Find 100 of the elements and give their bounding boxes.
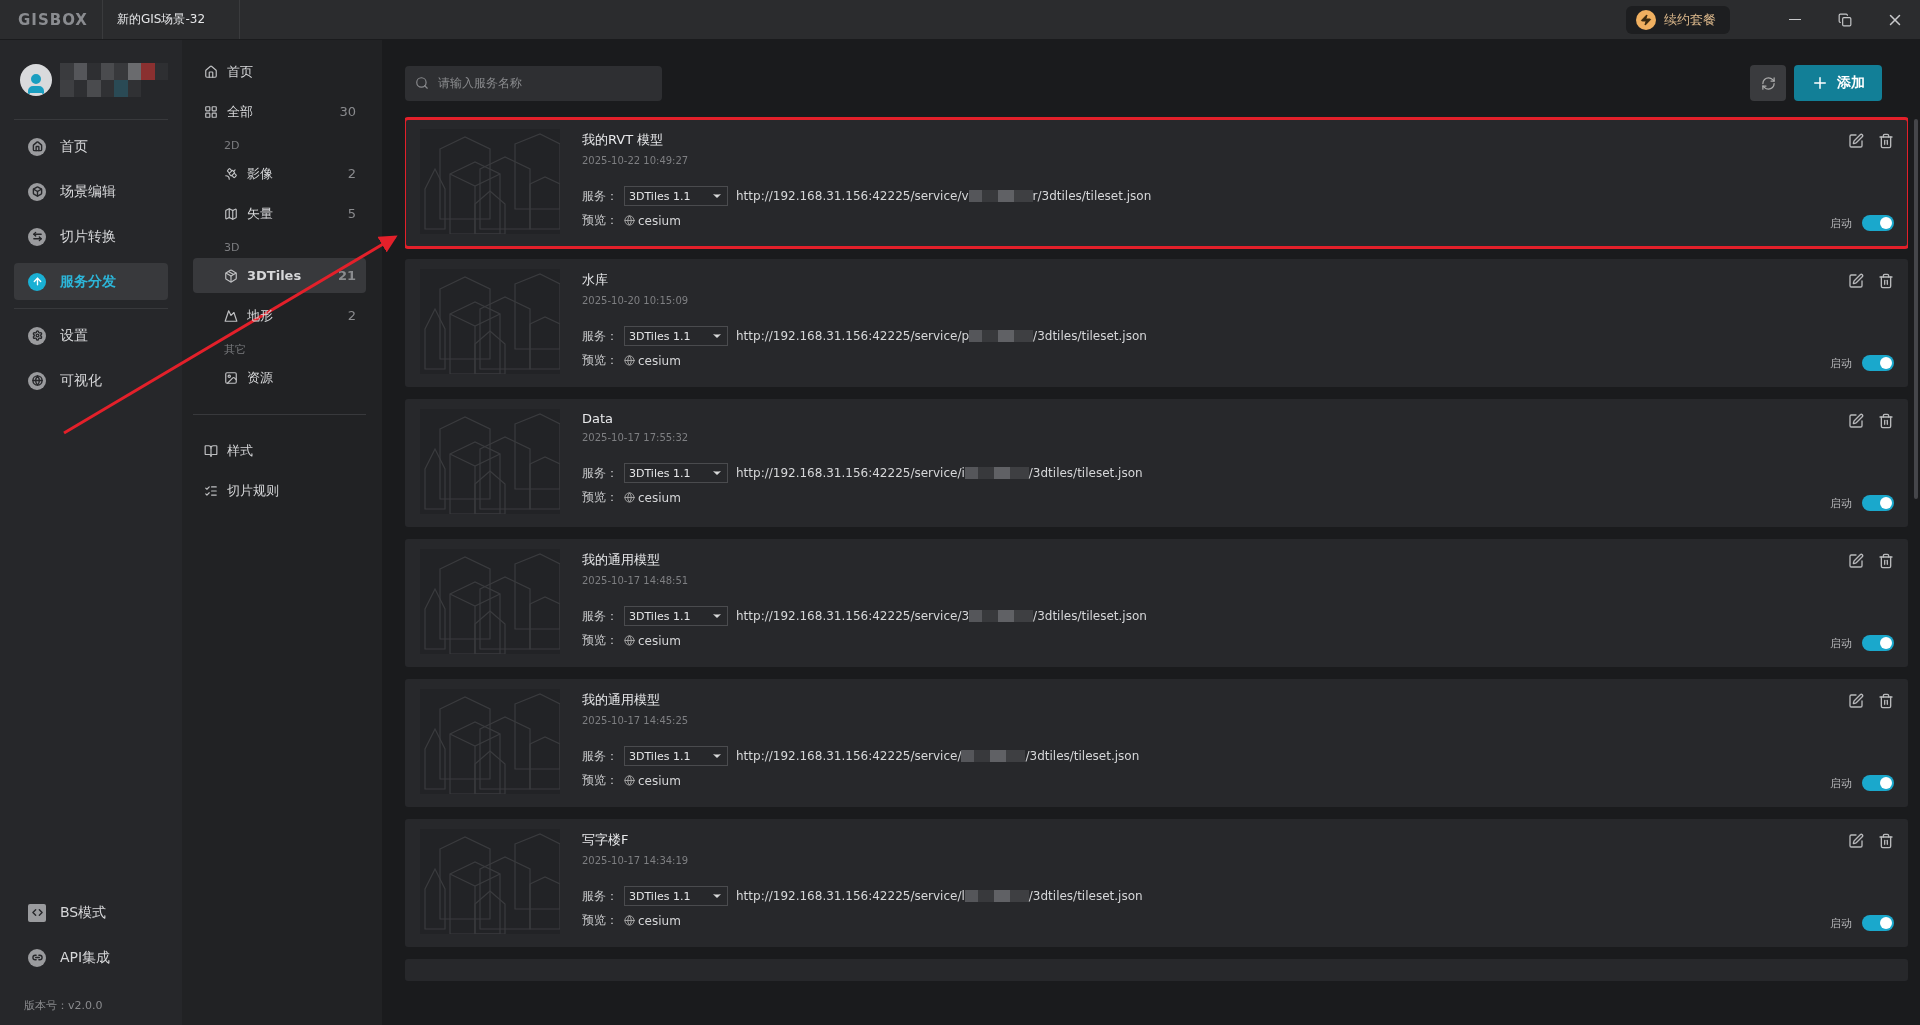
status-switch[interactable] <box>1862 355 1894 371</box>
preview-link[interactable]: cesium <box>624 773 681 788</box>
edit-icon[interactable] <box>1848 693 1864 709</box>
edit-icon[interactable] <box>1848 273 1864 289</box>
edit-icon[interactable] <box>1848 133 1864 149</box>
category-icon <box>224 166 238 181</box>
nav-icon <box>28 227 46 246</box>
service-url[interactable]: http://192.168.31.156:42225/service/v r/3dtiles/tileset.json <box>736 189 1152 203</box>
preview-label: 预览： <box>582 912 618 929</box>
service-title: 我的通用模型 <box>582 551 660 569</box>
preview-link[interactable]: cesium <box>624 633 681 648</box>
service-label: 服务： <box>582 327 618 345</box>
status-switch[interactable] <box>1862 495 1894 511</box>
service-date: 2025-10-20 10:15:09 <box>582 295 689 306</box>
category-icon <box>204 64 218 79</box>
service-select[interactable]: 3DTiles 1.1 <box>624 186 728 206</box>
category-icon <box>204 443 218 458</box>
avatar-icon <box>20 63 52 96</box>
scrollbar[interactable] <box>1914 119 1918 499</box>
globe-icon <box>624 915 635 926</box>
delete-icon[interactable] <box>1878 273 1894 289</box>
category-item[interactable]: 矢量 5 <box>193 196 366 231</box>
category-item[interactable]: 首页 <box>193 54 366 89</box>
service-select[interactable]: 3DTiles 1.1 <box>624 606 728 626</box>
add-button[interactable]: 添加 <box>1794 65 1882 101</box>
status-label: 启动 <box>1830 915 1852 931</box>
service-date: 2025-10-17 14:48:51 <box>582 575 689 586</box>
preview-label: 预览： <box>582 352 618 369</box>
scene-tab[interactable]: 新的GIS场景-32 <box>103 0 240 39</box>
nav-icon <box>28 326 46 345</box>
status-switch[interactable] <box>1862 215 1894 231</box>
nav-item[interactable]: 服务分发 <box>14 263 168 300</box>
category-item[interactable]: 3DTiles 21 <box>193 258 366 293</box>
service-select[interactable]: 3DTiles 1.1 <box>624 326 728 346</box>
category-item[interactable]: 资源 <box>193 360 366 395</box>
refresh-icon <box>1760 75 1776 91</box>
edit-icon[interactable] <box>1848 413 1864 429</box>
category-icon <box>224 206 238 221</box>
nav-item[interactable]: BS模式 <box>14 894 168 931</box>
search-field[interactable]: 请输入服务名称 <box>405 65 662 101</box>
delete-icon[interactable] <box>1878 133 1894 149</box>
category-item[interactable]: 样式 <box>193 433 366 468</box>
service-title: 水库 <box>582 271 608 289</box>
globe-icon <box>624 775 635 786</box>
preview-link[interactable]: cesium <box>624 213 681 228</box>
delete-icon[interactable] <box>1878 413 1894 429</box>
nav-item[interactable]: 首页 <box>14 128 168 165</box>
preview-link[interactable]: cesium <box>624 913 681 928</box>
nav-item[interactable]: 可视化 <box>14 362 168 399</box>
service-select[interactable]: 3DTiles 1.1 <box>624 886 728 906</box>
service-select[interactable]: 3DTiles 1.1 <box>624 463 728 483</box>
delete-icon[interactable] <box>1878 553 1894 569</box>
renew-button[interactable]: 续约套餐 <box>1626 5 1730 34</box>
category-item[interactable]: 切片规则 <box>193 473 366 508</box>
service-url[interactable]: http://192.168.31.156:42225/service/p /3dtiles/tileset.json <box>736 329 1147 343</box>
service-label: 服务： <box>582 747 618 765</box>
nav-item[interactable]: API集成 <box>14 939 168 976</box>
delete-icon[interactable] <box>1878 693 1894 709</box>
category-icon <box>204 483 218 498</box>
nav-icon <box>28 182 46 201</box>
search-icon <box>415 76 429 90</box>
service-url[interactable]: http://192.168.31.156:42225/service/l /3dtiles/tileset.json <box>736 889 1143 903</box>
globe-icon <box>624 355 635 366</box>
service-date: 2025-10-22 10:49:27 <box>582 155 689 166</box>
status-switch[interactable] <box>1862 635 1894 651</box>
category-item[interactable]: 全部 30 <box>193 94 366 129</box>
minimize-icon <box>1789 18 1801 21</box>
category-icon <box>224 268 238 283</box>
service-label: 服务： <box>582 607 618 625</box>
nav-item[interactable]: 设置 <box>14 317 168 354</box>
service-title: 我的RVT 模型 <box>582 131 664 149</box>
delete-icon[interactable] <box>1878 833 1894 849</box>
status-label: 启动 <box>1830 215 1852 231</box>
nav-icon <box>28 948 46 967</box>
service-select[interactable]: 3DTiles 1.1 <box>624 746 728 766</box>
preview-label: 预览： <box>582 772 618 789</box>
group-heading: 2D <box>223 137 241 154</box>
refresh-button[interactable] <box>1750 65 1786 101</box>
preview-label: 预览： <box>582 489 618 506</box>
status-switch[interactable] <box>1862 915 1894 931</box>
search-input[interactable]: 请输入服务名称 <box>436 75 652 91</box>
nav-item[interactable]: 切片转换 <box>14 218 168 255</box>
preview-link[interactable]: cesium <box>624 353 681 368</box>
app-logo: GISBOX <box>0 0 103 39</box>
service-label: 服务： <box>582 887 618 905</box>
preview-link[interactable]: cesium <box>624 490 681 505</box>
status-label: 启动 <box>1830 635 1852 651</box>
service-url[interactable]: http://192.168.31.156:42225/service/ /3dtiles/tileset.json <box>736 749 1140 763</box>
category-item[interactable]: 影像 2 <box>193 156 366 191</box>
edit-icon[interactable] <box>1848 833 1864 849</box>
service-url[interactable]: http://192.168.31.156:42225/service/i /3dtiles/tileset.json <box>736 466 1143 480</box>
preview-label: 预览： <box>582 212 618 229</box>
service-title: 我的通用模型 <box>582 691 660 709</box>
plus-icon <box>1811 74 1829 92</box>
globe-icon <box>624 215 635 226</box>
service-url[interactable]: http://192.168.31.156:42225/service/3 /3dtiles/tileset.json <box>736 609 1147 623</box>
status-switch[interactable] <box>1862 775 1894 791</box>
nav-item[interactable]: 场景编辑 <box>14 173 168 210</box>
service-date: 2025-10-17 14:45:25 <box>582 715 689 726</box>
edit-icon[interactable] <box>1848 553 1864 569</box>
